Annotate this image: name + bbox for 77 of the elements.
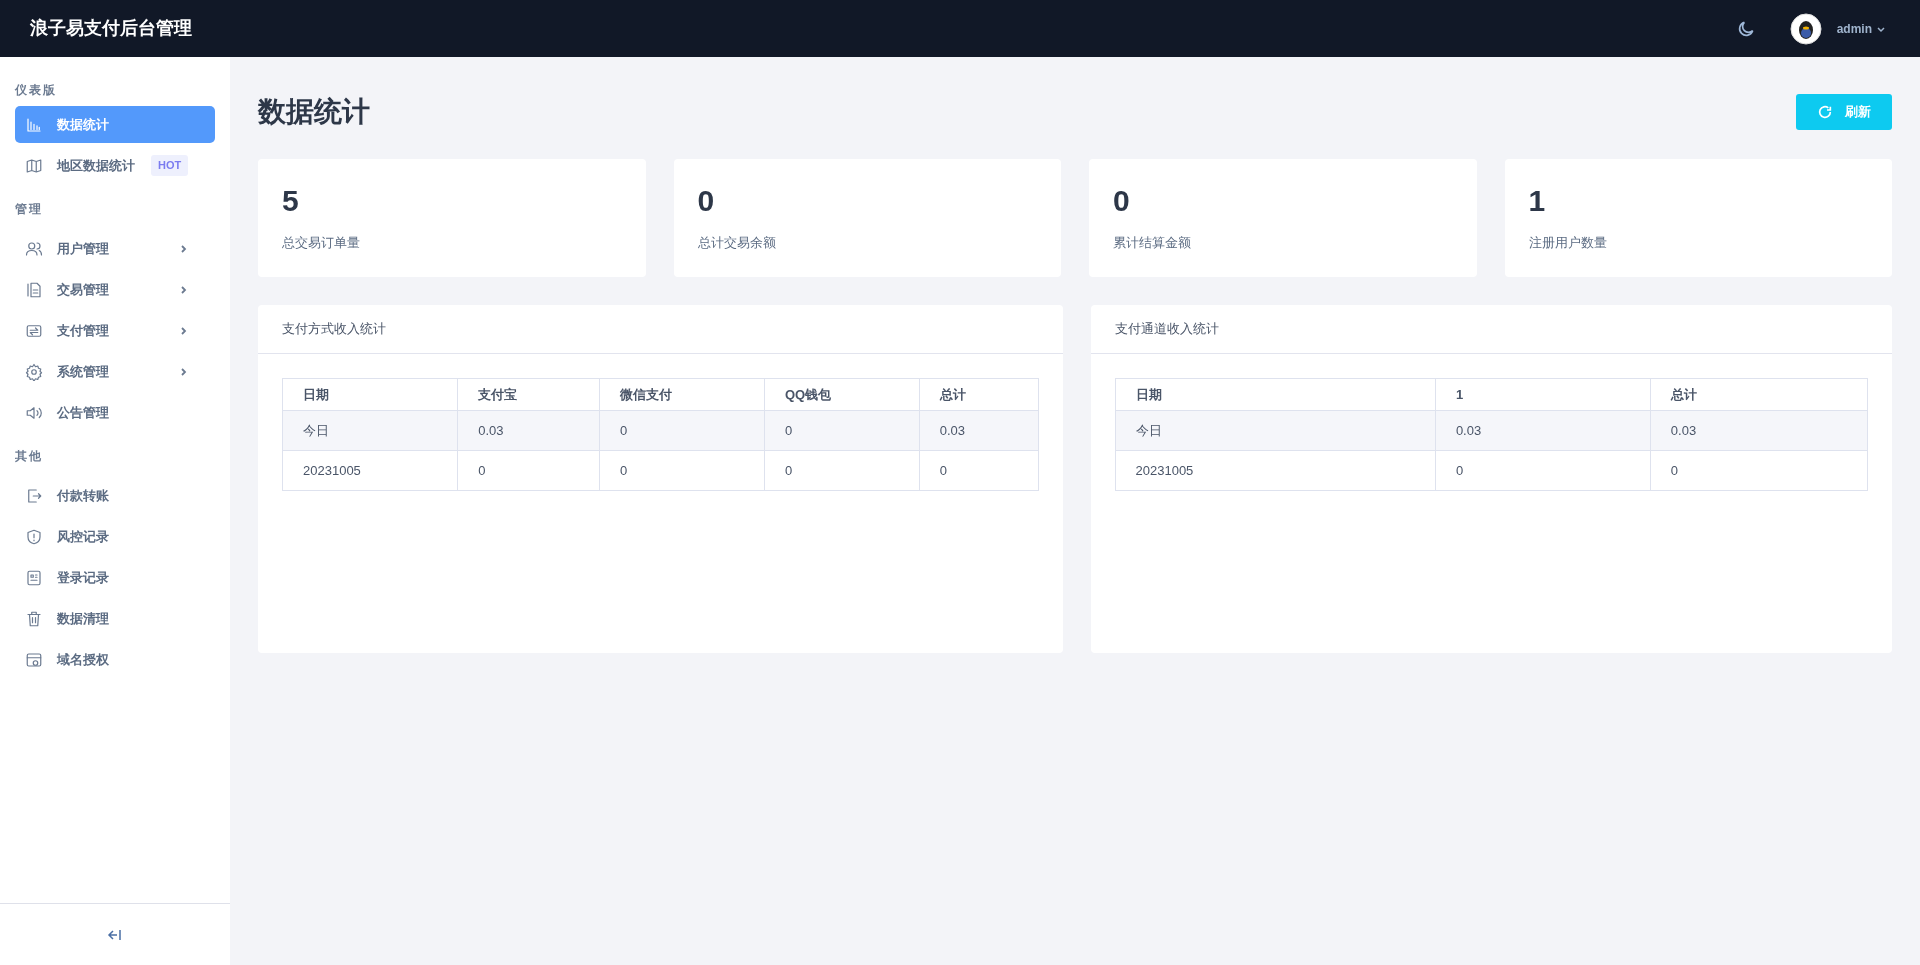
trash-icon <box>25 609 43 628</box>
stat-value: 5 <box>282 183 300 219</box>
menu-label: 支付管理 <box>57 321 109 340</box>
menu-item[interactable]: 登录记录 <box>15 559 215 596</box>
menu-label: 交易管理 <box>57 280 109 299</box>
column-header: 总计 <box>919 378 1038 411</box>
card-title: 支付通道收入统计 <box>1114 320 1219 339</box>
users-icon <box>25 239 43 258</box>
menu-item[interactable]: 风控记录 <box>15 518 215 555</box>
stat-value: 1 <box>1528 183 1547 219</box>
menu-label: 付款转账 <box>57 486 109 505</box>
table-cell: 20231005 <box>282 450 458 491</box>
menu-item[interactable]: 公告管理 <box>15 394 215 431</box>
menu-item[interactable]: 系统管理 <box>15 353 215 390</box>
shield-icon <box>25 527 43 546</box>
column-header: QQ钱包 <box>764 378 920 411</box>
column-header: 日期 <box>282 378 458 411</box>
browser-icon <box>25 650 43 669</box>
table-cell: 0 <box>764 450 920 491</box>
menu-item[interactable]: 付款转账 <box>15 477 215 514</box>
column-header: 1 <box>1435 378 1651 411</box>
column-header: 支付宝 <box>457 378 600 411</box>
app-title: 浪子易支付后台管理 <box>30 17 192 40</box>
stat-label: 总计交易余额 <box>697 234 777 252</box>
menu-item[interactable]: 域名授权 <box>15 641 215 678</box>
menu-item[interactable]: 地区数据统计 HOT <box>15 147 215 184</box>
table-cell: 0.03 <box>457 410 600 451</box>
menu-item[interactable]: 交易管理 <box>15 271 215 308</box>
menu-item[interactable]: 支付管理 <box>15 312 215 349</box>
menu-label: 公告管理 <box>57 403 109 422</box>
table-cell: 20231005 <box>1115 450 1436 491</box>
menu-label: 地区数据统计 <box>57 156 135 175</box>
column-header: 日期 <box>1115 378 1436 411</box>
menu-label: 系统管理 <box>57 362 109 381</box>
table-cell: 0 <box>599 410 765 451</box>
avatar[interactable] <box>1789 12 1822 45</box>
stat-value: 0 <box>697 183 716 219</box>
column-header: 微信支付 <box>599 378 765 411</box>
collapse-icon[interactable] <box>107 927 123 942</box>
menu-label: 风控记录 <box>57 527 109 546</box>
page-title: 数据统计 <box>258 95 370 129</box>
menu-label: 数据统计 <box>57 115 109 134</box>
table-cell: 今日 <box>282 410 458 451</box>
stat-label: 累计结算金额 <box>1113 234 1192 252</box>
table-cell: 0 <box>1435 450 1651 491</box>
table-cell: 0.03 <box>1650 410 1868 451</box>
menu-label: 用户管理 <box>57 239 109 258</box>
menu-item[interactable]: 数据统计 <box>15 106 215 143</box>
section-label: 仪表版 <box>15 82 58 99</box>
refresh-icon <box>1817 104 1833 120</box>
stat-label: 总交易订单量 <box>282 234 361 252</box>
section-label: 其他 <box>15 448 44 465</box>
list-icon <box>25 568 43 587</box>
table-cell: 0 <box>764 410 920 451</box>
exit-icon <box>25 486 43 505</box>
table-cell: 今日 <box>1115 410 1436 451</box>
map-icon <box>25 156 43 175</box>
table-cell: 0 <box>457 450 600 491</box>
table-cell: 0.03 <box>919 410 1038 451</box>
table-cell: 0 <box>1650 450 1868 491</box>
menu-item[interactable]: 数据清理 <box>15 600 215 637</box>
hot-badge: HOT <box>151 155 189 176</box>
table-cell: 0 <box>599 450 765 491</box>
menu-label: 数据清理 <box>57 609 109 628</box>
menu-item[interactable]: 用户管理 <box>15 230 215 267</box>
card-title: 支付方式收入统计 <box>282 320 386 339</box>
menu-label: 域名授权 <box>57 650 109 669</box>
document-icon <box>25 280 43 299</box>
table-cell: 0.03 <box>1435 410 1651 451</box>
table-cell: 0 <box>919 450 1038 491</box>
section-label: 管理 <box>15 201 44 218</box>
menu-label: 登录记录 <box>57 568 109 587</box>
column-header: 总计 <box>1650 378 1868 411</box>
stat-value: 0 <box>1113 183 1131 219</box>
settings-icon <box>25 362 43 381</box>
user-menu[interactable]: admin <box>1836 19 1886 38</box>
stat-label: 注册用户数量 <box>1528 234 1608 252</box>
